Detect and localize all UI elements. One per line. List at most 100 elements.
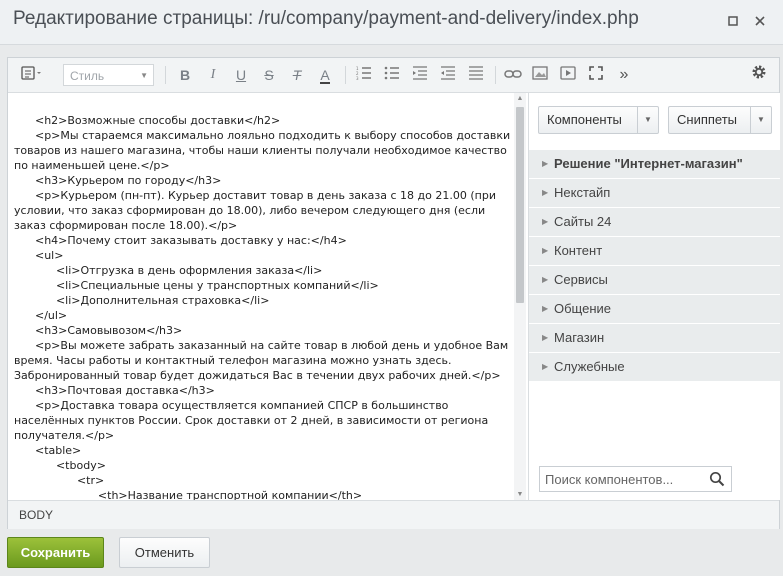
component-group[interactable]: ▶ Служебные — [529, 353, 780, 382]
code-text[interactable]: <h2>Возможные способы доставки</h2> <p>М… — [14, 113, 511, 500]
code-line[interactable]: <h2>Возможные способы доставки</h2> — [14, 113, 511, 128]
window-title: Редактирование страницы: /ru/company/pay… — [13, 8, 639, 29]
snippets-button[interactable]: Сниппеты ▼ — [668, 106, 772, 134]
settings-button[interactable] — [748, 64, 770, 86]
source-mode-button[interactable] — [16, 64, 48, 86]
code-line[interactable]: <h3>Самовывозом</h3> — [14, 323, 511, 338]
code-line[interactable]: <tr> — [14, 473, 511, 488]
outdent-button[interactable] — [410, 64, 430, 86]
code-editor[interactable]: <h2>Возможные способы доставки</h2> <p>М… — [8, 93, 527, 500]
code-line[interactable]: <h4>Почему стоит заказывать доставку у н… — [14, 233, 511, 248]
code-line[interactable]: <li>Отгрузка в день оформления заказа</l… — [14, 263, 511, 278]
cancel-button[interactable]: Отменить — [119, 537, 210, 568]
code-line[interactable]: <h3>Почтовая доставка</h3> — [14, 383, 511, 398]
scroll-up-arrow-icon[interactable]: ▲ — [514, 95, 526, 102]
image-icon — [532, 66, 548, 80]
maximize-button[interactable] — [724, 12, 742, 30]
scrollbar-thumb[interactable] — [516, 107, 524, 303]
expand-arrow-icon: ▶ — [542, 275, 549, 284]
code-line[interactable]: <p>Курьером (пн-пт). Курьер доставит тов… — [14, 188, 511, 233]
components-button-label: Компоненты — [547, 112, 622, 127]
expand-arrow-icon: ▶ — [542, 362, 549, 371]
link-icon — [504, 70, 522, 78]
source-code-icon — [21, 66, 41, 80]
component-group[interactable]: ▶ Сервисы — [529, 266, 780, 295]
more-button[interactable]: » — [614, 64, 634, 86]
component-group[interactable]: ▶ Общение — [529, 295, 780, 324]
indent-icon — [441, 66, 455, 80]
expand-arrow-icon: ▶ — [542, 217, 549, 226]
image-button[interactable] — [530, 64, 550, 86]
component-group-label: Сайты 24 — [554, 214, 612, 229]
chevron-down-icon[interactable]: ▼ — [750, 107, 771, 133]
text-color-button[interactable]: A — [315, 64, 335, 86]
components-button[interactable]: Компоненты ▼ — [538, 106, 659, 134]
code-line[interactable]: <h3>Курьером по городу</h3> — [14, 173, 511, 188]
style-select[interactable]: Стиль ▼ — [63, 64, 154, 86]
indent-button[interactable] — [438, 64, 458, 86]
component-group[interactable]: ▶ Некстайп — [529, 179, 780, 208]
ordered-list-icon: 123 — [356, 66, 371, 81]
editor-scrollbar[interactable]: ▲ ▼ — [514, 93, 526, 500]
statusbar: BODY — [8, 500, 779, 529]
scroll-down-arrow-icon[interactable]: ▼ — [514, 491, 526, 498]
ordered-list-button[interactable]: 123 — [354, 64, 374, 86]
chevron-down-icon[interactable]: ▼ — [637, 107, 658, 133]
justify-button[interactable] — [466, 64, 486, 86]
expand-arrow-icon: ▶ — [542, 159, 549, 168]
component-group-label: Решение "Интернет-магазин" — [554, 156, 743, 171]
snippets-button-label: Сниппеты — [677, 112, 738, 127]
code-line[interactable]: <li>Дополнительная страховка</li> — [14, 293, 511, 308]
close-icon — [755, 16, 765, 26]
code-line[interactable]: <li>Специальные цены у транспортных комп… — [14, 278, 511, 293]
fullscreen-button[interactable] — [586, 64, 606, 86]
element-path[interactable]: BODY — [19, 501, 53, 529]
component-group[interactable]: ▶ Магазин — [529, 324, 780, 353]
strikethrough-button[interactable]: S — [259, 64, 279, 86]
code-line[interactable]: <p>Мы стараемся максимально лояльно подх… — [14, 128, 511, 173]
svg-text:3: 3 — [356, 76, 359, 80]
expand-arrow-icon: ▶ — [542, 188, 549, 197]
expand-arrow-icon: ▶ — [542, 246, 549, 255]
window-titlebar: Редактирование страницы: /ru/company/pay… — [0, 0, 783, 45]
remove-format-button[interactable]: T — [287, 64, 307, 86]
component-groups-list: ▶ Решение "Интернет-магазин" ▶ Некстайп ▶ Сай… — [529, 150, 780, 382]
component-search-input[interactable] — [545, 469, 705, 489]
toolbar-separator — [345, 66, 346, 84]
video-icon — [560, 66, 576, 80]
chevron-down-icon: ▼ — [140, 71, 148, 80]
code-line[interactable]: <p>Вы можете забрать заказанный на сайте… — [14, 338, 511, 383]
component-group[interactable]: ▶ Контент — [529, 237, 780, 266]
components-sidebar: Компоненты ▼ Сниппеты ▼ ▶ Решение "Интерн… — [528, 93, 780, 500]
code-line[interactable]: <table> — [14, 443, 511, 458]
fullscreen-icon — [589, 66, 603, 80]
code-line[interactable]: <th>Название транспортной компании</th> — [14, 488, 511, 500]
expand-arrow-icon: ▶ — [542, 333, 549, 342]
italic-button[interactable]: I — [203, 64, 223, 86]
code-line[interactable]: <tbody> — [14, 458, 511, 473]
component-group-label: Магазин — [554, 330, 605, 345]
component-group-label: Общение — [554, 301, 612, 316]
save-button[interactable]: Сохранить — [7, 537, 104, 568]
unordered-list-button[interactable] — [382, 64, 402, 86]
outdent-icon — [413, 66, 427, 80]
justify-icon — [469, 66, 483, 80]
search-icon[interactable] — [709, 471, 725, 487]
component-group-label: Некстайп — [554, 185, 611, 200]
style-select-value: Стиль — [70, 69, 105, 83]
video-button[interactable] — [558, 64, 578, 86]
component-group[interactable]: ▶ Сайты 24 — [529, 208, 780, 237]
code-line[interactable]: </ul> — [14, 308, 511, 323]
close-button[interactable] — [751, 12, 769, 30]
component-search[interactable] — [539, 466, 732, 492]
expand-arrow-icon: ▶ — [542, 304, 549, 313]
editor-panel: Стиль ▼ B I U S T A 123 » <h2>Возможные … — [7, 57, 780, 529]
toolbar-separator — [165, 66, 166, 84]
bold-button[interactable]: B — [175, 64, 195, 86]
component-group-label: Сервисы — [554, 272, 608, 287]
underline-button[interactable]: U — [231, 64, 251, 86]
link-button[interactable] — [502, 64, 524, 86]
code-line[interactable]: <p>Доставка товара осуществляется компан… — [14, 398, 511, 443]
component-group[interactable]: ▶ Решение "Интернет-магазин" — [529, 150, 780, 179]
code-line[interactable]: <ul> — [14, 248, 511, 263]
